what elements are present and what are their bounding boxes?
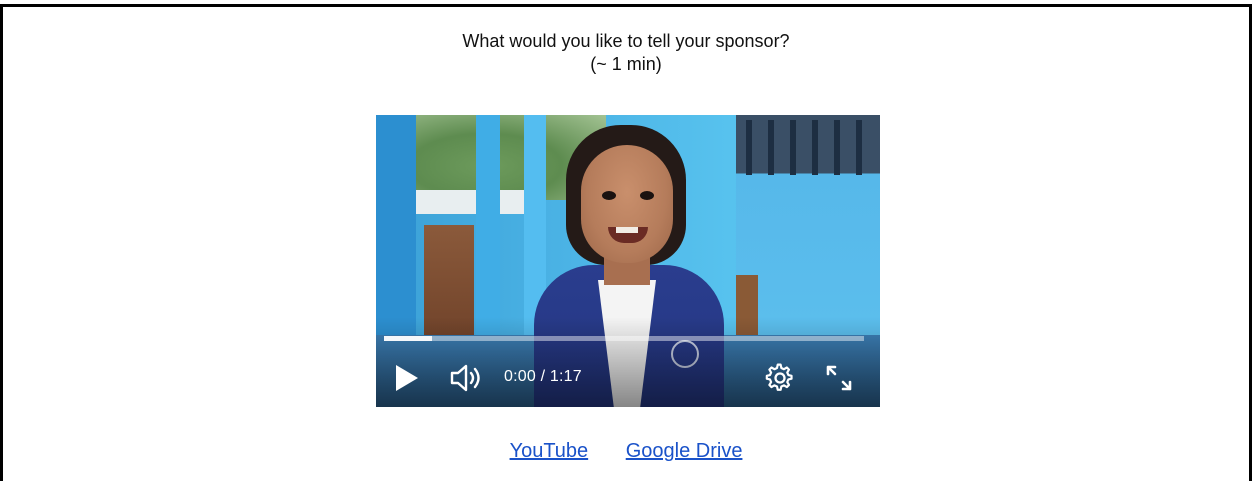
prompt-heading: What would you like to tell your sponsor… bbox=[0, 30, 1252, 76]
volume-icon[interactable] bbox=[450, 364, 488, 392]
child-teeth bbox=[616, 227, 638, 233]
video-player[interactable]: 0:00 / 1:17 bbox=[376, 115, 880, 407]
prompt-duration: (~ 1 min) bbox=[590, 54, 662, 74]
child-face bbox=[581, 145, 673, 263]
progress-bar-fill bbox=[384, 336, 432, 341]
google-drive-link[interactable]: Google Drive bbox=[626, 440, 743, 462]
child-eye bbox=[640, 191, 654, 200]
controls-shade bbox=[376, 317, 880, 407]
progress-bar[interactable] bbox=[384, 336, 864, 341]
child-eye bbox=[602, 191, 616, 200]
video-frame-rail bbox=[746, 120, 866, 175]
gear-icon[interactable] bbox=[765, 363, 795, 393]
youtube-link[interactable]: YouTube bbox=[510, 440, 589, 462]
fullscreen-icon[interactable] bbox=[823, 363, 855, 393]
video-source-links: YouTube Google Drive bbox=[0, 440, 1252, 463]
time-display: 0:00 / 1:17 bbox=[504, 368, 582, 385]
prompt-question: What would you like to tell your sponsor… bbox=[462, 31, 790, 51]
frame-border-top bbox=[0, 4, 1252, 7]
play-icon[interactable] bbox=[396, 365, 418, 391]
page: What would you like to tell your sponsor… bbox=[0, 0, 1252, 481]
